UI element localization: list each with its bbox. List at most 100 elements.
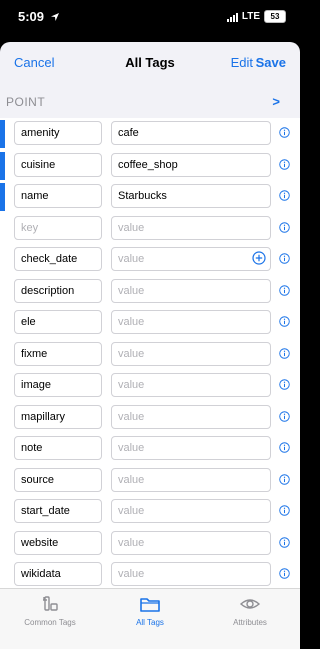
tag-value-field[interactable]: value bbox=[111, 278, 271, 303]
tag-key-text: name bbox=[21, 190, 49, 202]
info-icon[interactable] bbox=[279, 190, 290, 201]
tag-marker bbox=[0, 183, 5, 211]
info-icon[interactable] bbox=[279, 158, 290, 170]
edit-button[interactable]: Edit bbox=[231, 55, 253, 70]
tag-key-field[interactable]: image bbox=[14, 373, 102, 397]
plus-circle-icon[interactable] bbox=[252, 251, 266, 265]
tags-list: amenity cafe cuisine coffee_shopname Starbuc… bbox=[0, 118, 300, 588]
tab-all-tags[interactable]: All Tags bbox=[110, 595, 190, 627]
tag-value-field[interactable]: value bbox=[111, 436, 271, 460]
tag-value-field[interactable]: Starbucks bbox=[111, 184, 271, 208]
tag-key-field[interactable]: website bbox=[14, 530, 102, 555]
info-icon[interactable] bbox=[279, 316, 290, 327]
tag-key-field[interactable]: fixme bbox=[14, 341, 102, 366]
tag-key-text: note bbox=[21, 442, 43, 454]
info-icon[interactable] bbox=[279, 473, 290, 485]
tag-key-text: description bbox=[21, 284, 75, 297]
tag-key-field[interactable]: wikidata bbox=[14, 562, 102, 586]
tag-value-field[interactable]: cafe bbox=[111, 121, 271, 145]
tag-value-text: value bbox=[118, 347, 145, 360]
info-icon[interactable] bbox=[279, 536, 290, 548]
tag-row: description value bbox=[0, 276, 300, 308]
info-icon[interactable] bbox=[279, 347, 290, 359]
tag-value-field[interactable]: value bbox=[111, 341, 271, 366]
tag-key-field[interactable]: amenity bbox=[14, 121, 102, 145]
tag-value-text: value bbox=[118, 442, 145, 454]
tab-common-tags-label: Common Tags bbox=[24, 618, 76, 627]
info-icon[interactable] bbox=[279, 568, 290, 579]
tag-value-text: value bbox=[118, 505, 145, 517]
tag-key-field[interactable]: cuisine bbox=[14, 152, 102, 177]
tag-value-field[interactable]: coffee_shop bbox=[111, 152, 271, 177]
all-tags-sheet: All Tags Cancel Edit Save POINT > amenit… bbox=[0, 42, 300, 649]
tag-value-field[interactable]: value bbox=[111, 562, 271, 586]
tag-value-field[interactable]: value bbox=[111, 310, 271, 334]
eye-icon bbox=[239, 599, 261, 609]
info-icon[interactable] bbox=[279, 284, 290, 296]
tag-key-field[interactable]: description bbox=[14, 278, 102, 303]
tab-common-tags[interactable]: Common Tags bbox=[10, 595, 90, 627]
tag-key-text: start_date bbox=[21, 505, 70, 517]
chevron-right-icon[interactable]: > bbox=[272, 94, 280, 109]
tag-value-field[interactable]: value bbox=[111, 499, 271, 523]
common-tags-icon bbox=[43, 596, 58, 611]
status-indicators: LTE 53 bbox=[226, 10, 286, 23]
tag-value-field[interactable]: value bbox=[111, 373, 271, 397]
tag-key-text: fixme bbox=[21, 347, 48, 360]
location-arrow-icon bbox=[51, 13, 59, 21]
info-icon[interactable] bbox=[279, 253, 290, 264]
info-icon[interactable] bbox=[279, 379, 290, 390]
tag-value-field[interactable]: value bbox=[111, 215, 271, 240]
tag-row: note value bbox=[0, 433, 300, 465]
tag-key-text: image bbox=[21, 379, 51, 391]
tag-value-text: value bbox=[118, 410, 145, 423]
tag-row: check_date value bbox=[0, 244, 300, 276]
tag-value-text: value bbox=[118, 473, 145, 486]
tag-row: source value bbox=[0, 465, 300, 497]
tag-row: key value bbox=[0, 213, 300, 245]
tag-value-text: value bbox=[118, 568, 145, 580]
tag-value-field[interactable]: value bbox=[111, 467, 271, 492]
tab-attributes[interactable]: Attributes bbox=[210, 595, 290, 627]
tag-row: start_date value bbox=[0, 496, 300, 528]
tag-key-text: cuisine bbox=[21, 158, 56, 171]
tag-value-field[interactable]: value bbox=[111, 404, 271, 429]
tag-row: name Starbucks bbox=[0, 181, 300, 213]
tag-value-text: value bbox=[118, 284, 145, 297]
tag-key-field[interactable]: ele bbox=[14, 310, 102, 334]
tag-marker bbox=[0, 120, 5, 148]
tag-key-field[interactable]: start_date bbox=[14, 499, 102, 523]
tag-value-text: coffee_shop bbox=[118, 158, 178, 171]
info-icon[interactable] bbox=[279, 221, 290, 233]
battery-icon: 53 bbox=[264, 10, 286, 23]
tag-key-field[interactable]: note bbox=[14, 436, 102, 460]
info-icon[interactable] bbox=[279, 442, 290, 453]
info-icon[interactable] bbox=[279, 127, 290, 138]
tag-row: amenity cafe bbox=[0, 118, 300, 150]
tag-value-field[interactable]: value bbox=[111, 530, 271, 555]
tag-value-text: value bbox=[118, 316, 145, 328]
tag-key-field[interactable]: mapillary bbox=[14, 404, 102, 429]
tag-key-text: key bbox=[21, 221, 39, 234]
save-button[interactable]: Save bbox=[256, 55, 286, 70]
status-bar: 5:09 LTE 53 bbox=[0, 0, 300, 40]
tag-key-field[interactable]: name bbox=[14, 184, 102, 208]
info-icon[interactable] bbox=[279, 410, 290, 422]
tag-key-field[interactable]: source bbox=[14, 467, 102, 492]
tag-key-field[interactable]: key bbox=[14, 215, 102, 240]
feature-type-label: POINT bbox=[6, 95, 46, 109]
tag-value-text: value bbox=[118, 536, 145, 549]
tag-value-text: Starbucks bbox=[118, 190, 167, 202]
folder-icon bbox=[140, 598, 160, 612]
tag-row: wikidata value bbox=[0, 559, 300, 588]
info-icon[interactable] bbox=[279, 505, 290, 516]
tag-row: cuisine coffee_shop bbox=[0, 150, 300, 182]
cancel-button[interactable]: Cancel bbox=[14, 55, 54, 70]
tag-row: mapillary value bbox=[0, 402, 300, 434]
tag-row: image value bbox=[0, 370, 300, 402]
signal-icon bbox=[226, 12, 238, 22]
tag-value-field[interactable]: value bbox=[111, 247, 271, 271]
tab-all-tags-label: All Tags bbox=[136, 618, 164, 627]
tag-key-field[interactable]: check_date bbox=[14, 247, 102, 271]
network-type: LTE bbox=[241, 11, 260, 22]
